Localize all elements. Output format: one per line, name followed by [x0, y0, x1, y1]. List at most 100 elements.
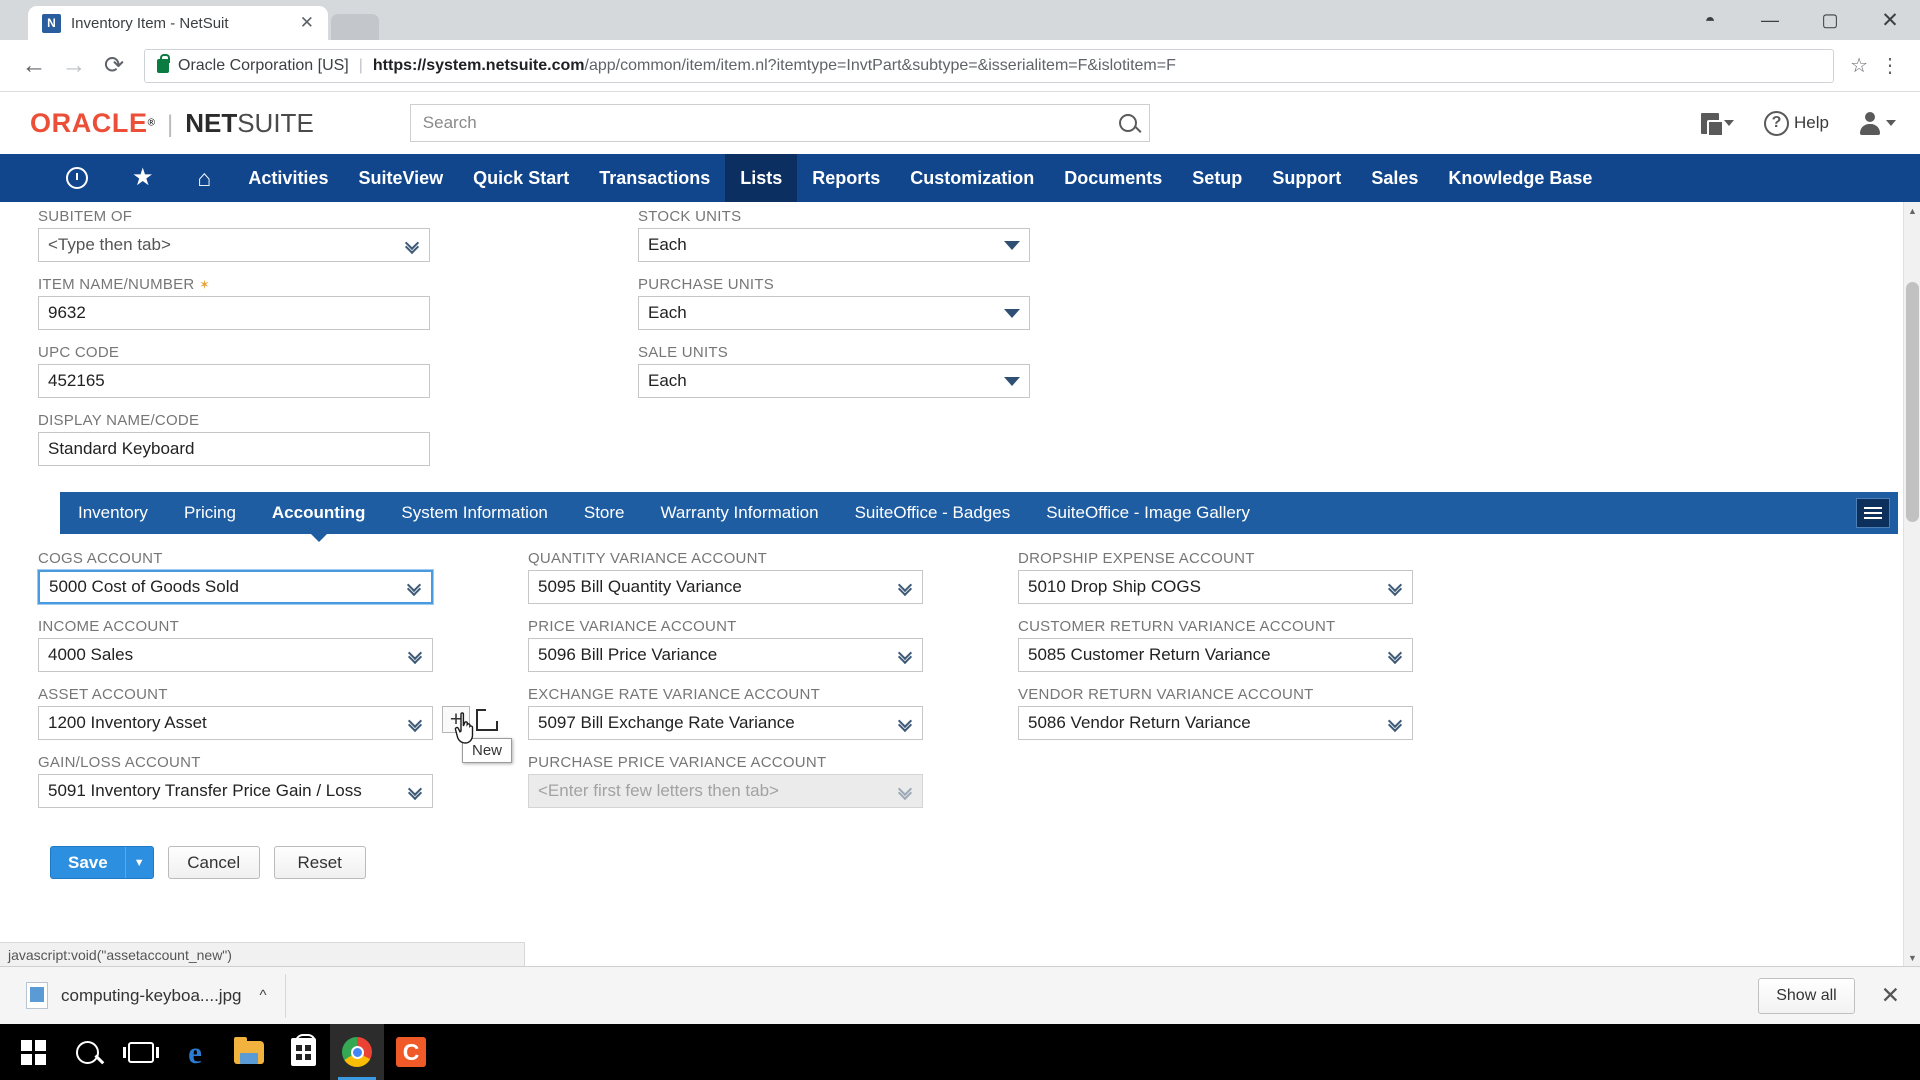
double-chevron-down-icon[interactable]	[1387, 645, 1403, 665]
scrollbar-thumb[interactable]	[1906, 282, 1919, 522]
nav-item-setup[interactable]: Setup	[1177, 154, 1257, 202]
upc-code-input[interactable]: 452165	[38, 364, 430, 398]
nav-item-sales[interactable]: Sales	[1356, 154, 1433, 202]
double-chevron-down-icon[interactable]	[407, 645, 423, 665]
browser-tab-strip: N Inventory Item - NetSuit ✕ ◓ — ▢ ✕	[0, 0, 1920, 40]
sale-units-select[interactable]: Each	[638, 364, 1030, 398]
tab-close-icon[interactable]: ✕	[296, 13, 318, 33]
download-menu-caret-icon[interactable]: ^	[260, 987, 267, 1004]
scroll-down-arrow-icon[interactable]: ▼	[1904, 949, 1920, 966]
double-chevron-down-icon[interactable]	[897, 713, 913, 733]
nav-item-customization[interactable]: Customization	[895, 154, 1049, 202]
price-variance-account-select[interactable]: 5096 Bill Price Variance	[528, 638, 923, 672]
recent-history-button[interactable]	[44, 154, 110, 202]
account-icon[interactable]: ◓	[1680, 0, 1740, 40]
nav-item-quick-start[interactable]: Quick Start	[458, 154, 584, 202]
close-window-button[interactable]: ✕	[1860, 0, 1920, 40]
help-button[interactable]: ? Help	[1764, 110, 1829, 136]
triangle-down-icon[interactable]	[1004, 240, 1020, 250]
oracle-netsuite-logo[interactable]: ORACLE® | NETSUITE	[30, 108, 314, 139]
double-chevron-down-icon[interactable]	[897, 577, 913, 597]
nav-item-activities[interactable]: Activities	[233, 154, 343, 202]
chrome-menu-icon[interactable]: ⋮	[1874, 56, 1906, 76]
favorites-button[interactable]: ★	[110, 154, 176, 202]
gain-loss-account-select[interactable]: 5091 Inventory Transfer Price Gain / Los…	[38, 774, 433, 808]
file-explorer-button[interactable]	[222, 1024, 276, 1080]
browser-tab[interactable]: N Inventory Item - NetSuit ✕	[28, 6, 328, 40]
microsoft-store-button[interactable]	[276, 1024, 330, 1080]
save-button[interactable]: Save ▼	[50, 846, 154, 879]
subtab-warranty-information[interactable]: Warranty Information	[643, 492, 837, 534]
subtab-suiteoffice-image-gallery[interactable]: SuiteOffice - Image Gallery	[1028, 492, 1268, 534]
double-chevron-down-icon[interactable]	[406, 577, 422, 597]
purchase-price-variance-account-select[interactable]: <Enter first few letters then tab>	[528, 774, 923, 808]
camtasia-button[interactable]: C	[384, 1024, 438, 1080]
cogs-account-select[interactable]: 5000 Cost of Goods Sold	[38, 570, 433, 604]
nav-item-lists[interactable]: Lists	[725, 154, 798, 202]
double-chevron-down-icon[interactable]	[1387, 713, 1403, 733]
nav-item-transactions[interactable]: Transactions	[584, 154, 725, 202]
double-chevron-down-icon[interactable]	[404, 235, 420, 255]
double-chevron-down-icon[interactable]	[407, 713, 423, 733]
reload-button[interactable]: ⟳	[94, 46, 134, 86]
subitem-of-select[interactable]: <Type then tab>	[38, 228, 430, 262]
start-button[interactable]	[6, 1024, 60, 1080]
customer-return-variance-account-select[interactable]: 5085 Customer Return Variance	[1018, 638, 1413, 672]
purchase-units-select[interactable]: Each	[638, 296, 1030, 330]
subtab-inventory[interactable]: Inventory	[60, 492, 166, 534]
global-search-box[interactable]	[409, 104, 1150, 142]
nav-item-support[interactable]: Support	[1257, 154, 1356, 202]
bookmark-star-icon[interactable]: ☆	[1850, 53, 1868, 78]
hamburger-icon[interactable]	[1856, 498, 1890, 528]
task-view-button[interactable]	[114, 1024, 168, 1080]
stock-units-select[interactable]: Each	[638, 228, 1030, 262]
maximize-button[interactable]: ▢	[1800, 0, 1860, 40]
search-button[interactable]	[60, 1024, 114, 1080]
url-domain: https://system.netsuite.com	[372, 56, 585, 74]
minimize-button[interactable]: —	[1740, 0, 1800, 40]
exchange-rate-variance-account-select[interactable]: 5097 Bill Exchange Rate Variance	[528, 706, 923, 740]
cancel-button[interactable]: Cancel	[167, 846, 260, 879]
triangle-down-icon[interactable]	[1004, 376, 1020, 386]
forward-button[interactable]: →	[54, 46, 94, 86]
triangle-down-icon[interactable]	[1004, 308, 1020, 318]
subtab-accounting[interactable]: Accounting	[254, 492, 384, 534]
home-button[interactable]: ⌂	[176, 154, 234, 202]
search-input[interactable]	[422, 113, 1119, 133]
user-menu-button[interactable]	[1859, 112, 1896, 135]
nav-item-knowledge-base[interactable]: Knowledge Base	[1433, 154, 1607, 202]
scroll-up-arrow-icon[interactable]: ▲	[1904, 202, 1920, 219]
close-download-bar-icon[interactable]: ✕	[1875, 982, 1906, 1009]
vendor-return-variance-account-select[interactable]: 5086 Vendor Return Variance	[1018, 706, 1413, 740]
reset-button[interactable]: Reset	[273, 846, 366, 879]
subtab-suiteoffice-badges[interactable]: SuiteOffice - Badges	[837, 492, 1029, 534]
asset-account-select[interactable]: 1200 Inventory Asset	[38, 706, 433, 740]
chrome-button[interactable]	[330, 1024, 384, 1080]
recent-records-button[interactable]	[1701, 112, 1735, 137]
quantity-variance-account-select[interactable]: 5095 Bill Quantity Variance	[528, 570, 923, 604]
address-bar[interactable]: Oracle Corporation [US] | https://system…	[144, 48, 1835, 83]
back-button[interactable]: ←	[14, 46, 54, 86]
double-chevron-down-icon[interactable]	[407, 781, 423, 801]
display-name-code-input[interactable]: Standard Keyboard	[38, 432, 430, 466]
edge-button[interactable]: e	[168, 1024, 222, 1080]
double-chevron-down-icon[interactable]	[1387, 577, 1403, 597]
subtab-store[interactable]: Store	[566, 492, 643, 534]
item-name-number-input[interactable]: 9632	[38, 296, 430, 330]
save-dropdown-icon[interactable]: ▼	[126, 847, 153, 878]
income-account-select[interactable]: 4000 Sales	[38, 638, 433, 672]
new-asset-account-button[interactable]: +	[442, 706, 470, 733]
page-scrollbar[interactable]: ▲ ▼	[1903, 202, 1920, 966]
search-icon[interactable]	[1118, 114, 1137, 132]
nav-item-reports[interactable]: Reports	[797, 154, 895, 202]
new-tab-button[interactable]	[331, 14, 379, 40]
dropship-expense-account-select[interactable]: 5010 Drop Ship COGS	[1018, 570, 1413, 604]
double-chevron-down-icon[interactable]	[897, 645, 913, 665]
show-all-downloads-button[interactable]: Show all	[1758, 977, 1855, 1014]
open-in-new-icon[interactable]	[476, 702, 501, 731]
subtab-pricing[interactable]: Pricing	[166, 492, 254, 534]
download-item[interactable]: computing-keyboa....jpg ^	[14, 973, 286, 1018]
subtab-system-information[interactable]: System Information	[383, 492, 565, 534]
nav-item-documents[interactable]: Documents	[1049, 154, 1177, 202]
nav-item-suiteview[interactable]: SuiteView	[343, 154, 458, 202]
